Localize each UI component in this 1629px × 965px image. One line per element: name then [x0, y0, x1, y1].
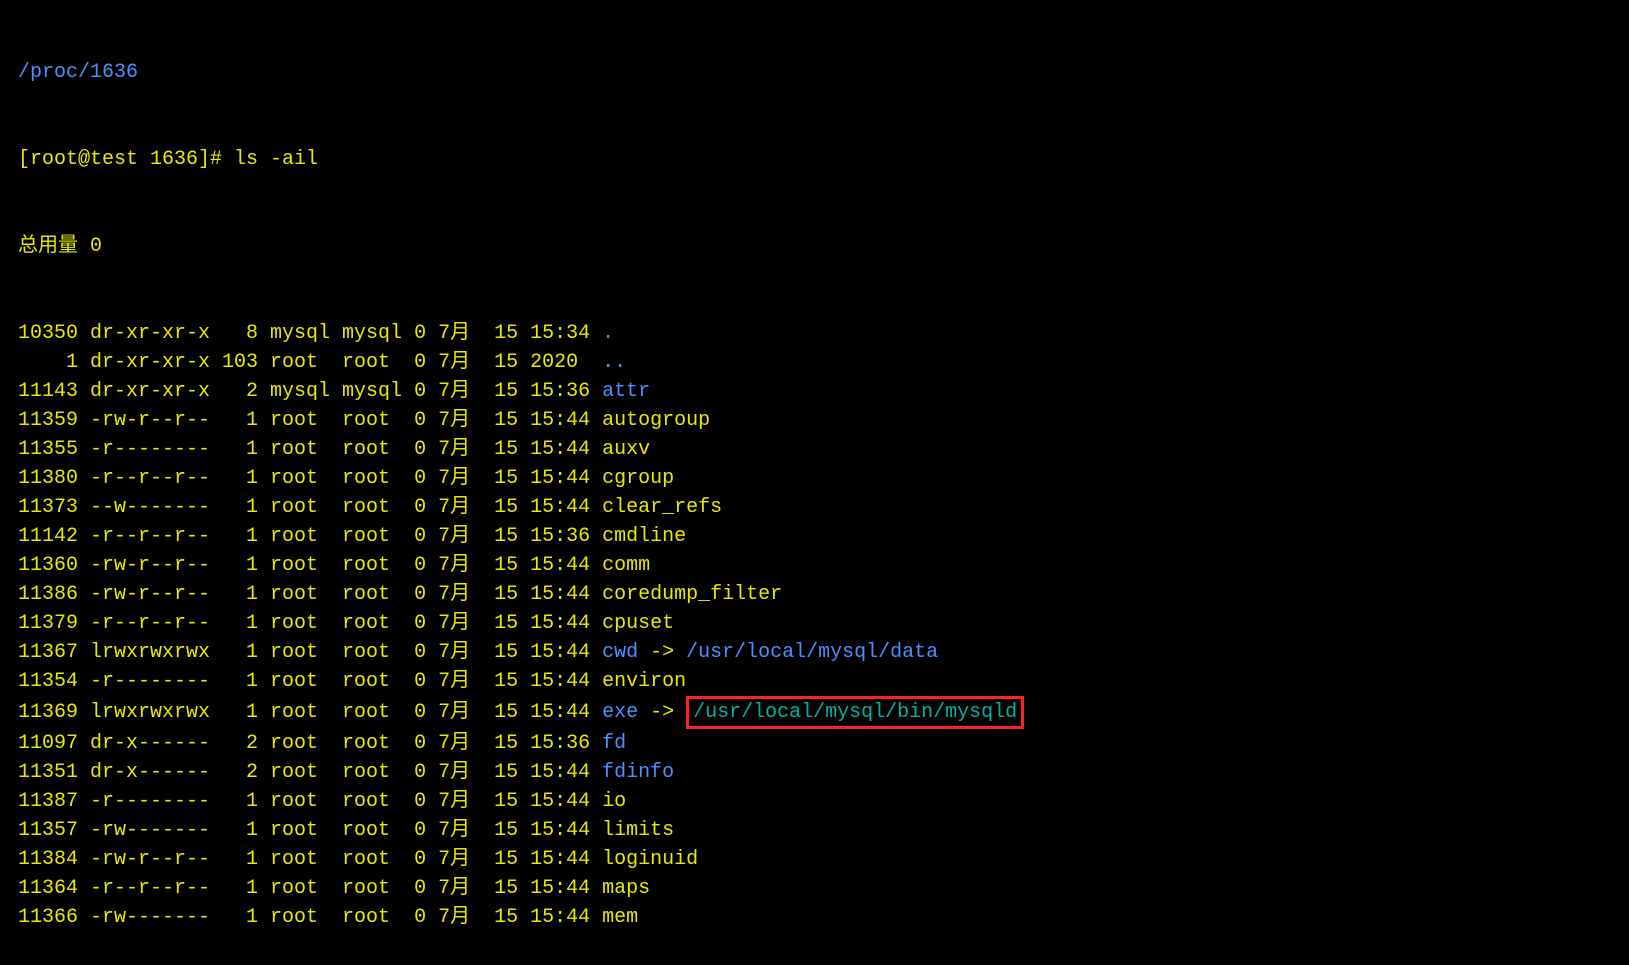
listing-row: 11380 -r--r--r-- 1 root root 0 7月 15 15:…	[18, 464, 1619, 493]
symlink-arrow: ->	[638, 701, 686, 724]
row-meta: 11364 -r--r--r-- 1 root root 0 7月 15 15:…	[18, 877, 602, 900]
row-meta: 11351 dr-x------ 2 root root 0 7月 15 15:…	[18, 761, 602, 784]
file-listing: 10350 dr-xr-xr-x 8 mysql mysql 0 7月 15 1…	[18, 319, 1619, 932]
row-meta: 11367 lrwxrwxrwx 1 root root 0 7月 15 15:…	[18, 641, 602, 664]
row-meta: 11354 -r-------- 1 root root 0 7月 15 15:…	[18, 670, 602, 693]
row-meta: 10350 dr-xr-xr-x 8 mysql mysql 0 7月 15 1…	[18, 322, 602, 345]
listing-row: 11097 dr-x------ 2 root root 0 7月 15 15:…	[18, 729, 1619, 758]
pwd-path: /proc/1636	[18, 58, 1619, 87]
file-name: mem	[602, 906, 638, 929]
listing-row: 11367 lrwxrwxrwx 1 root root 0 7月 15 15:…	[18, 638, 1619, 667]
file-name: auxv	[602, 438, 650, 461]
symlink-target: /usr/local/mysql/data	[686, 641, 938, 664]
row-meta: 11373 --w------- 1 root root 0 7月 15 15:…	[18, 496, 602, 519]
prompt-prefix: [root@test 1636]#	[18, 148, 234, 171]
file-name: autogroup	[602, 409, 710, 432]
terminal-output[interactable]: /proc/1636 [root@test 1636]# ls -ail 总用量…	[0, 0, 1629, 965]
listing-row: 11355 -r-------- 1 root root 0 7月 15 15:…	[18, 435, 1619, 464]
file-name: cgroup	[602, 467, 674, 490]
file-name: limits	[602, 819, 674, 842]
listing-row: 11373 --w------- 1 root root 0 7月 15 15:…	[18, 493, 1619, 522]
file-name: fdinfo	[602, 761, 674, 784]
file-name: maps	[602, 877, 650, 900]
command-text: ls -ail	[234, 148, 318, 171]
row-meta: 1 dr-xr-xr-x 103 root root 0 7月 15 2020	[18, 351, 602, 374]
listing-row: 11354 -r-------- 1 root root 0 7月 15 15:…	[18, 667, 1619, 696]
listing-row: 11369 lrwxrwxrwx 1 root root 0 7月 15 15:…	[18, 696, 1619, 729]
file-name: fd	[602, 732, 626, 755]
row-meta: 11369 lrwxrwxrwx 1 root root 0 7月 15 15:…	[18, 701, 602, 724]
listing-row: 1 dr-xr-xr-x 103 root root 0 7月 15 2020 …	[18, 348, 1619, 377]
listing-row: 10350 dr-xr-xr-x 8 mysql mysql 0 7月 15 1…	[18, 319, 1619, 348]
listing-row: 11351 dr-x------ 2 root root 0 7月 15 15:…	[18, 758, 1619, 787]
prompt-line: [root@test 1636]# ls -ail	[18, 145, 1619, 174]
file-name: cwd	[602, 641, 638, 664]
listing-row: 11364 -r--r--r-- 1 root root 0 7月 15 15:…	[18, 874, 1619, 903]
file-name: comm	[602, 554, 650, 577]
file-name: .	[602, 322, 614, 345]
row-meta: 11097 dr-x------ 2 root root 0 7月 15 15:…	[18, 732, 602, 755]
file-name: ..	[602, 351, 626, 374]
row-meta: 11366 -rw------- 1 root root 0 7月 15 15:…	[18, 906, 602, 929]
highlight-box: /usr/local/mysql/bin/mysqld	[686, 696, 1024, 729]
row-meta: 11359 -rw-r--r-- 1 root root 0 7月 15 15:…	[18, 409, 602, 432]
file-name: coredump_filter	[602, 583, 782, 606]
file-name: cmdline	[602, 525, 686, 548]
row-meta: 11357 -rw------- 1 root root 0 7月 15 15:…	[18, 819, 602, 842]
row-meta: 11360 -rw-r--r-- 1 root root 0 7月 15 15:…	[18, 554, 602, 577]
file-name: attr	[602, 380, 650, 403]
listing-row: 11384 -rw-r--r-- 1 root root 0 7月 15 15:…	[18, 845, 1619, 874]
listing-row: 11142 -r--r--r-- 1 root root 0 7月 15 15:…	[18, 522, 1619, 551]
symlink-arrow: ->	[638, 641, 686, 664]
listing-row: 11379 -r--r--r-- 1 root root 0 7月 15 15:…	[18, 609, 1619, 638]
listing-row: 11360 -rw-r--r-- 1 root root 0 7月 15 15:…	[18, 551, 1619, 580]
listing-row: 11357 -rw------- 1 root root 0 7月 15 15:…	[18, 816, 1619, 845]
file-name: clear_refs	[602, 496, 722, 519]
row-meta: 11143 dr-xr-xr-x 2 mysql mysql 0 7月 15 1…	[18, 380, 602, 403]
file-name: exe	[602, 701, 638, 724]
row-meta: 11386 -rw-r--r-- 1 root root 0 7月 15 15:…	[18, 583, 602, 606]
row-meta: 11142 -r--r--r-- 1 root root 0 7月 15 15:…	[18, 525, 602, 548]
row-meta: 11379 -r--r--r-- 1 root root 0 7月 15 15:…	[18, 612, 602, 635]
listing-row: 11366 -rw------- 1 root root 0 7月 15 15:…	[18, 903, 1619, 932]
file-name: cpuset	[602, 612, 674, 635]
row-meta: 11380 -r--r--r-- 1 root root 0 7月 15 15:…	[18, 467, 602, 490]
listing-row: 11143 dr-xr-xr-x 2 mysql mysql 0 7月 15 1…	[18, 377, 1619, 406]
listing-row: 11387 -r-------- 1 root root 0 7月 15 15:…	[18, 787, 1619, 816]
row-meta: 11384 -rw-r--r-- 1 root root 0 7月 15 15:…	[18, 848, 602, 871]
file-name: io	[602, 790, 626, 813]
symlink-target: /usr/local/mysql/bin/mysqld	[693, 701, 1017, 724]
file-name: environ	[602, 670, 686, 693]
listing-row: 11359 -rw-r--r-- 1 root root 0 7月 15 15:…	[18, 406, 1619, 435]
row-meta: 11355 -r-------- 1 root root 0 7月 15 15:…	[18, 438, 602, 461]
row-meta: 11387 -r-------- 1 root root 0 7月 15 15:…	[18, 790, 602, 813]
listing-row: 11386 -rw-r--r-- 1 root root 0 7月 15 15:…	[18, 580, 1619, 609]
total-line: 总用量 0	[18, 232, 1619, 261]
file-name: loginuid	[602, 848, 698, 871]
